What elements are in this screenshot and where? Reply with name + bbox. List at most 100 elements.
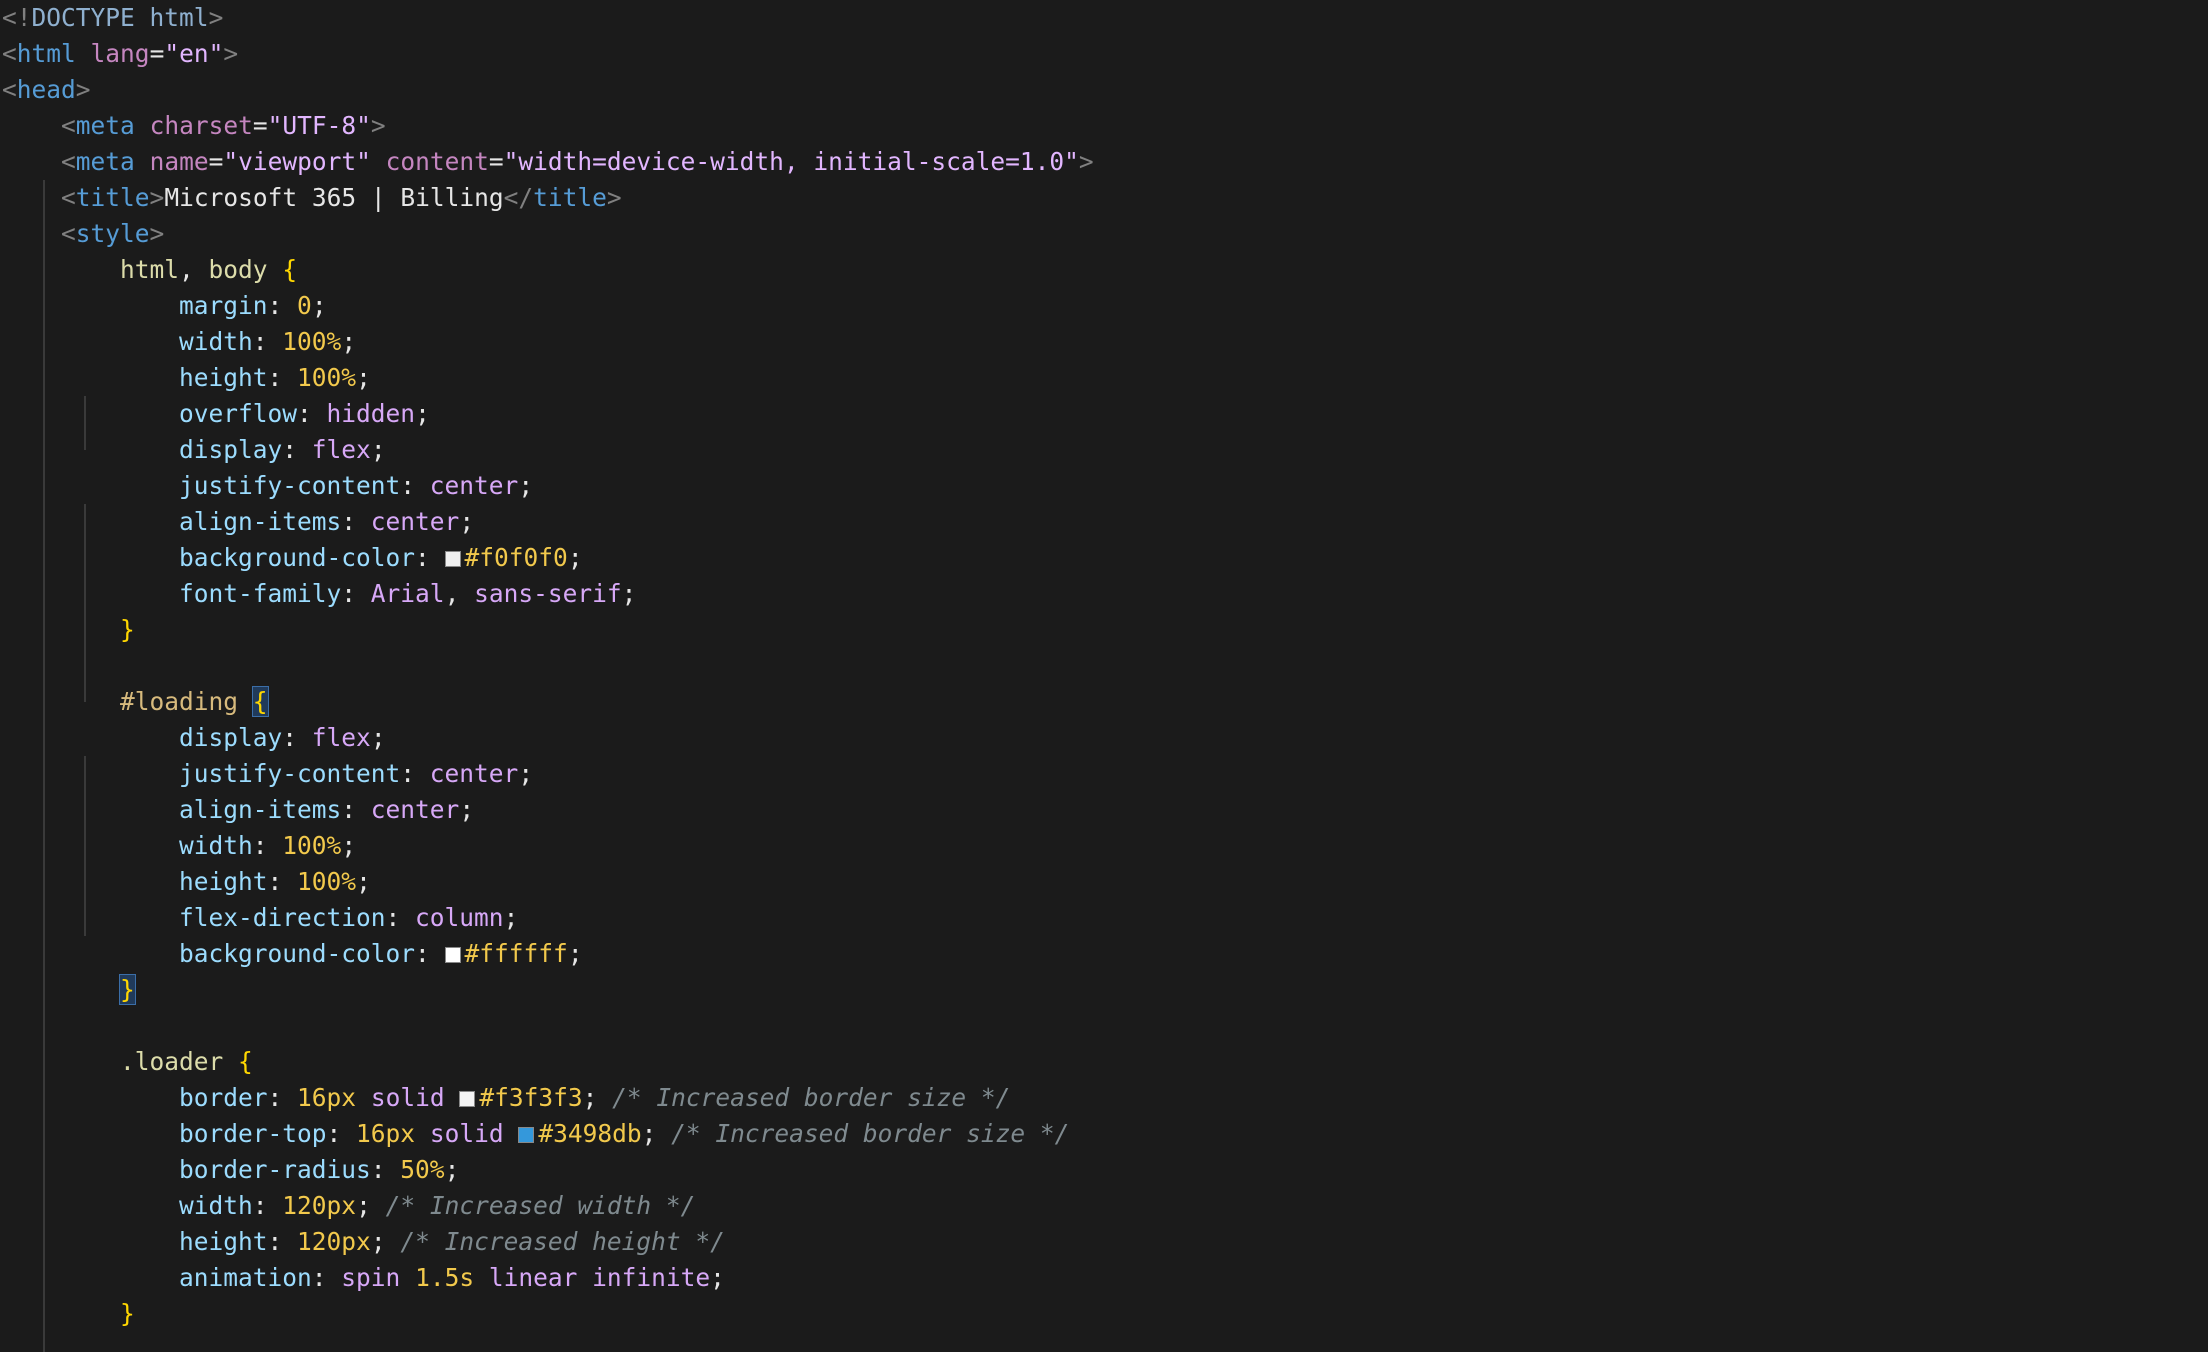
code-token: : (370, 1155, 401, 1184)
code-line[interactable]: display: flex; (2, 432, 1094, 468)
code-line[interactable]: <head> (2, 72, 1094, 108)
color-swatch-icon[interactable] (518, 1127, 535, 1143)
code-line[interactable]: } (2, 972, 1094, 1008)
code-view[interactable]: <!DOCTYPE html> <html lang="en"> <head> <m… (2, 0, 1094, 1332)
code-line[interactable]: flex-direction: column; (2, 900, 1094, 936)
code-token: "en" (164, 39, 224, 68)
code-token: ; (370, 1227, 401, 1256)
code-line[interactable]: align-items: center; (2, 792, 1094, 828)
code-line[interactable]: border-top: 16px solid #3498db; /* Incre… (2, 1116, 1094, 1152)
code-line[interactable]: } (2, 1296, 1094, 1332)
code-token: ; (311, 291, 327, 320)
code-line[interactable]: <!DOCTYPE html> (2, 0, 1094, 36)
code-line[interactable]: width: 100%; (2, 324, 1094, 360)
code-line[interactable]: .loader { (2, 1044, 1094, 1080)
code-line[interactable]: justify-content: center; (2, 468, 1094, 504)
code-token: : (311, 1263, 342, 1292)
code-line[interactable]: margin: 0; (2, 288, 1094, 324)
code-line[interactable]: <style> (2, 216, 1094, 252)
code-token: <! (2, 3, 32, 32)
code-token: content (385, 147, 489, 176)
color-swatch-icon[interactable] (444, 947, 461, 963)
code-line[interactable]: html, body { (2, 252, 1094, 288)
code-line[interactable]: <meta name="viewport" content="width=dev… (2, 144, 1094, 180)
code-token: justify-content (179, 471, 401, 500)
code-token: } (120, 615, 135, 644)
code-line[interactable]: width: 120px; /* Increased width */ (2, 1188, 1094, 1224)
code-token: : (400, 471, 430, 500)
code-token: #loading (120, 687, 239, 716)
code-token: center (429, 759, 519, 788)
code-line[interactable]: background-color: #f0f0f0; (2, 540, 1094, 576)
code-line[interactable]: <html lang="en"> (2, 36, 1094, 72)
code-token: ; (503, 903, 519, 932)
code-token: : (267, 363, 298, 392)
code-line[interactable]: justify-content: center; (2, 756, 1094, 792)
code-token: ; (341, 831, 357, 860)
code-line[interactable]: height: 100%; (2, 864, 1094, 900)
code-line[interactable]: font-family: Arial, sans-serif; (2, 576, 1094, 612)
code-line[interactable]: height: 100%; (2, 360, 1094, 396)
code-token: body (208, 255, 268, 284)
code-token: #3498db (538, 1119, 642, 1148)
code-token: } (120, 1299, 135, 1328)
code-line[interactable]: border-radius: 50%; (2, 1152, 1094, 1188)
code-token: width (179, 1191, 253, 1220)
code-token: solid (429, 1119, 504, 1148)
code-token: infinite (592, 1263, 711, 1292)
code-token: , (444, 579, 475, 608)
code-token: : (252, 831, 283, 860)
code-line[interactable]: <title>Microsoft 365 | Billing</title> (2, 180, 1094, 216)
code-line[interactable]: display: flex; (2, 720, 1094, 756)
code-token: border-top (179, 1119, 327, 1148)
code-line[interactable]: height: 120px; /* Increased height */ (2, 1224, 1094, 1260)
code-line[interactable] (2, 648, 1094, 684)
color-swatch-icon[interactable] (444, 551, 461, 567)
color-swatch-icon[interactable] (459, 1091, 476, 1107)
code-token: < (61, 219, 76, 248)
code-token: 120px (282, 1191, 357, 1220)
code-line[interactable]: width: 100%; (2, 828, 1094, 864)
code-token: > (370, 111, 386, 140)
code-token: , (179, 255, 209, 284)
code-token: : (341, 507, 371, 536)
code-line[interactable]: <meta charset="UTF-8"> (2, 108, 1094, 144)
code-token: : (297, 399, 327, 428)
code-token: : (267, 867, 298, 896)
code-token: : (400, 759, 430, 788)
code-line[interactable]: background-color: #ffffff; (2, 936, 1094, 972)
code-line[interactable]: border: 16px solid #f3f3f3; /* Increased… (2, 1080, 1094, 1116)
code-token: column (415, 903, 504, 932)
indent-guide (84, 504, 86, 702)
code-line[interactable]: align-items: center; (2, 504, 1094, 540)
code-editor[interactable]: <!DOCTYPE html> <html lang="en"> <head> <m… (0, 0, 2208, 1352)
code-line[interactable]: overflow: hidden; (2, 396, 1094, 432)
code-token: : (252, 1191, 283, 1220)
code-token: < (2, 75, 17, 104)
code-token: head (16, 75, 76, 104)
code-line[interactable]: #loading { (2, 684, 1094, 720)
code-line[interactable]: } (2, 612, 1094, 648)
code-token: > (75, 75, 91, 104)
code-token: center (370, 795, 460, 824)
code-line[interactable] (2, 1008, 1094, 1044)
code-line[interactable]: animation: spin 1.5s linear infinite; (2, 1260, 1094, 1296)
